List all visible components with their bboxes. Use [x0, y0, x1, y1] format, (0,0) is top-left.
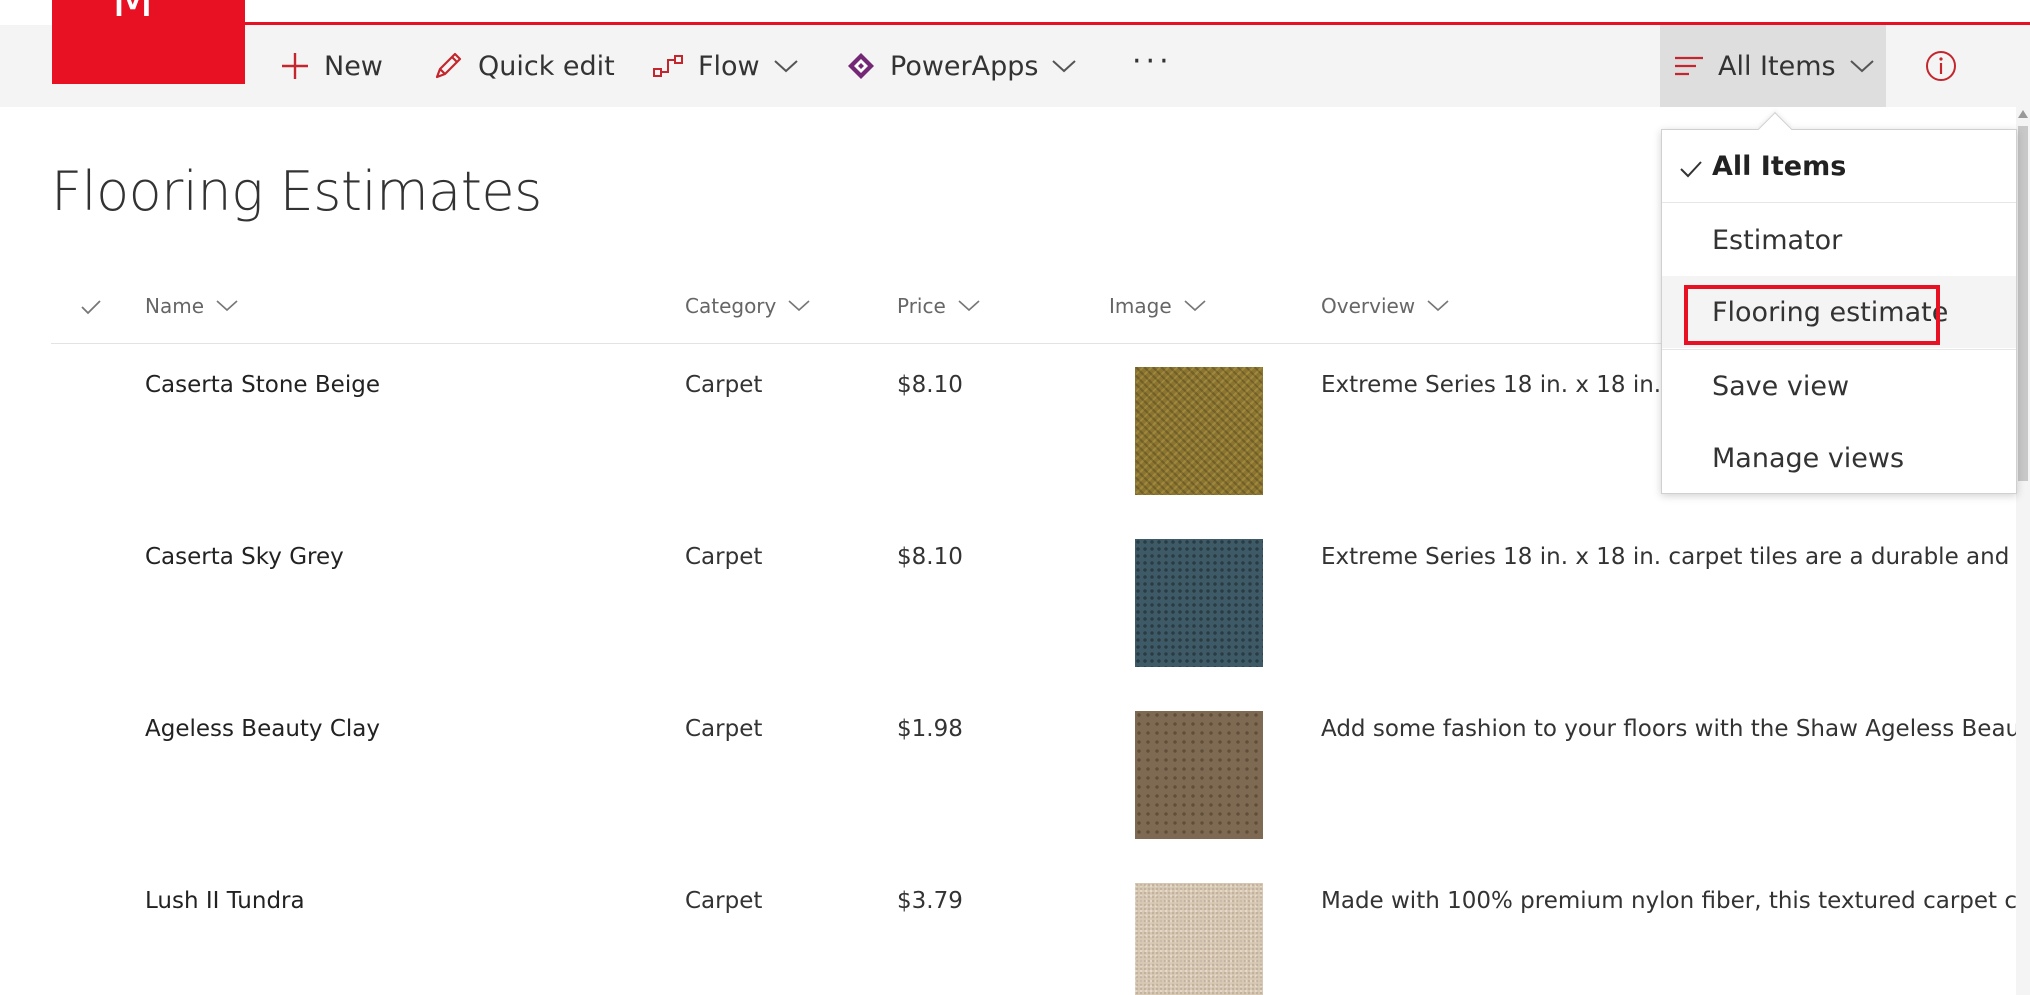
- site-logo[interactable]: M: [52, 0, 245, 84]
- cell-overview: Made with 100% premium nylon fiber, this…: [1321, 888, 2030, 914]
- cell-overview: Add some fashion to your floors with the…: [1321, 716, 2030, 742]
- cell-overview: Extreme Series 18 in. x 18 in. carpet ti…: [1321, 544, 2030, 570]
- cell-image[interactable]: [1135, 367, 1263, 495]
- cell-name[interactable]: Caserta Sky Grey: [145, 544, 344, 570]
- quick-edit-button[interactable]: Quick edit: [432, 25, 615, 107]
- view-selector-label: All Items: [1718, 50, 1836, 82]
- powerapps-icon: [846, 51, 876, 81]
- cell-category: Carpet: [685, 544, 763, 570]
- view-menu-item-label: Estimator: [1712, 224, 1843, 256]
- select-all-checkbox[interactable]: [81, 296, 101, 320]
- checkmark-icon: [81, 296, 101, 320]
- chevron-down-icon: [1849, 59, 1874, 73]
- top-bar: [0, 0, 2030, 23]
- grey-carpet-swatch-image: [1135, 539, 1263, 667]
- beige-carpet-swatch-image: [1135, 367, 1263, 495]
- cell-image[interactable]: [1135, 539, 1263, 667]
- cell-category: Carpet: [685, 888, 763, 914]
- clay-carpet-swatch-image: [1135, 711, 1263, 839]
- highlight-box: [1684, 285, 1940, 345]
- view-menu-item-estimator[interactable]: Estimator: [1662, 204, 2016, 276]
- scroll-up-arrow-icon[interactable]: [2018, 110, 2028, 118]
- column-header-image[interactable]: Image: [1109, 294, 1206, 318]
- chevron-down-icon: [1052, 59, 1077, 73]
- chevron-down-icon: [773, 59, 798, 73]
- cell-name[interactable]: Caserta Stone Beige: [145, 372, 380, 398]
- column-header-price[interactable]: Price: [897, 294, 980, 318]
- column-header-label: Category: [685, 294, 777, 318]
- table-row[interactable]: Lush II Tundra Carpet $3.79 Made with 10…: [51, 861, 2030, 995]
- chevron-down-icon: [958, 300, 980, 312]
- more-button[interactable]: ···: [1132, 20, 1173, 102]
- view-menu-item-label: Manage views: [1712, 442, 1905, 474]
- pencil-icon: [432, 50, 464, 82]
- flow-icon: [652, 53, 684, 79]
- flow-button[interactable]: Flow: [652, 25, 798, 107]
- column-header-label: Name: [145, 294, 205, 318]
- chevron-down-icon: [216, 300, 238, 312]
- cell-name[interactable]: Ageless Beauty Clay: [145, 716, 380, 742]
- page-title: Flooring Estimates: [51, 160, 542, 223]
- column-header-label: Price: [897, 294, 946, 318]
- checkmark-icon: [1680, 154, 1702, 185]
- view-menu-item-manage-views[interactable]: Manage views: [1662, 422, 2016, 494]
- site-logo-text: M: [112, 0, 156, 28]
- info-button[interactable]: [1924, 25, 1972, 107]
- cell-image[interactable]: [1135, 883, 1263, 995]
- cell-price: $8.10: [897, 372, 963, 398]
- chevron-down-icon: [1427, 300, 1449, 312]
- column-header-label: Overview: [1321, 294, 1416, 318]
- powerapps-label: PowerApps: [890, 50, 1039, 82]
- powerapps-button[interactable]: PowerApps: [846, 25, 1077, 107]
- new-button-label: New: [324, 50, 383, 82]
- view-menu-item-label: Save view: [1712, 370, 1850, 402]
- view-lines-icon: [1674, 55, 1704, 77]
- cell-name[interactable]: Lush II Tundra: [145, 888, 305, 914]
- new-button[interactable]: New: [280, 25, 383, 107]
- chevron-down-icon: [1184, 300, 1206, 312]
- table-row[interactable]: Caserta Sky Grey Carpet $8.10 Extreme Se…: [51, 517, 2030, 689]
- cell-image[interactable]: [1135, 711, 1263, 839]
- view-menu-divider: [1662, 202, 2016, 203]
- view-menu-item-label: All Items: [1712, 150, 1847, 182]
- info-icon: [1924, 49, 1958, 83]
- cell-price: $1.98: [897, 716, 963, 742]
- cell-price: $3.79: [897, 888, 963, 914]
- chevron-down-icon: [788, 300, 810, 312]
- tundra-carpet-swatch-image: [1135, 883, 1263, 995]
- cell-price: $8.10: [897, 544, 963, 570]
- table-row[interactable]: Ageless Beauty Clay Carpet $1.98 Add som…: [51, 689, 2030, 861]
- view-menu-item-save-view[interactable]: Save view: [1662, 350, 2016, 422]
- column-header-name[interactable]: Name: [145, 294, 238, 318]
- more-icon: ···: [1132, 43, 1173, 79]
- flow-label: Flow: [698, 50, 760, 82]
- column-header-label: Image: [1109, 294, 1172, 318]
- view-selector-button[interactable]: All Items: [1660, 25, 1886, 107]
- cell-category: Carpet: [685, 716, 763, 742]
- column-header-category[interactable]: Category: [685, 294, 810, 318]
- view-menu-item-all-items[interactable]: All Items: [1662, 130, 2016, 202]
- scrollbar-thumb[interactable]: [2018, 126, 2028, 481]
- quick-edit-label: Quick edit: [478, 50, 615, 82]
- column-header-overview[interactable]: Overview: [1321, 294, 1449, 318]
- plus-icon: [280, 51, 310, 81]
- cell-category: Carpet: [685, 372, 763, 398]
